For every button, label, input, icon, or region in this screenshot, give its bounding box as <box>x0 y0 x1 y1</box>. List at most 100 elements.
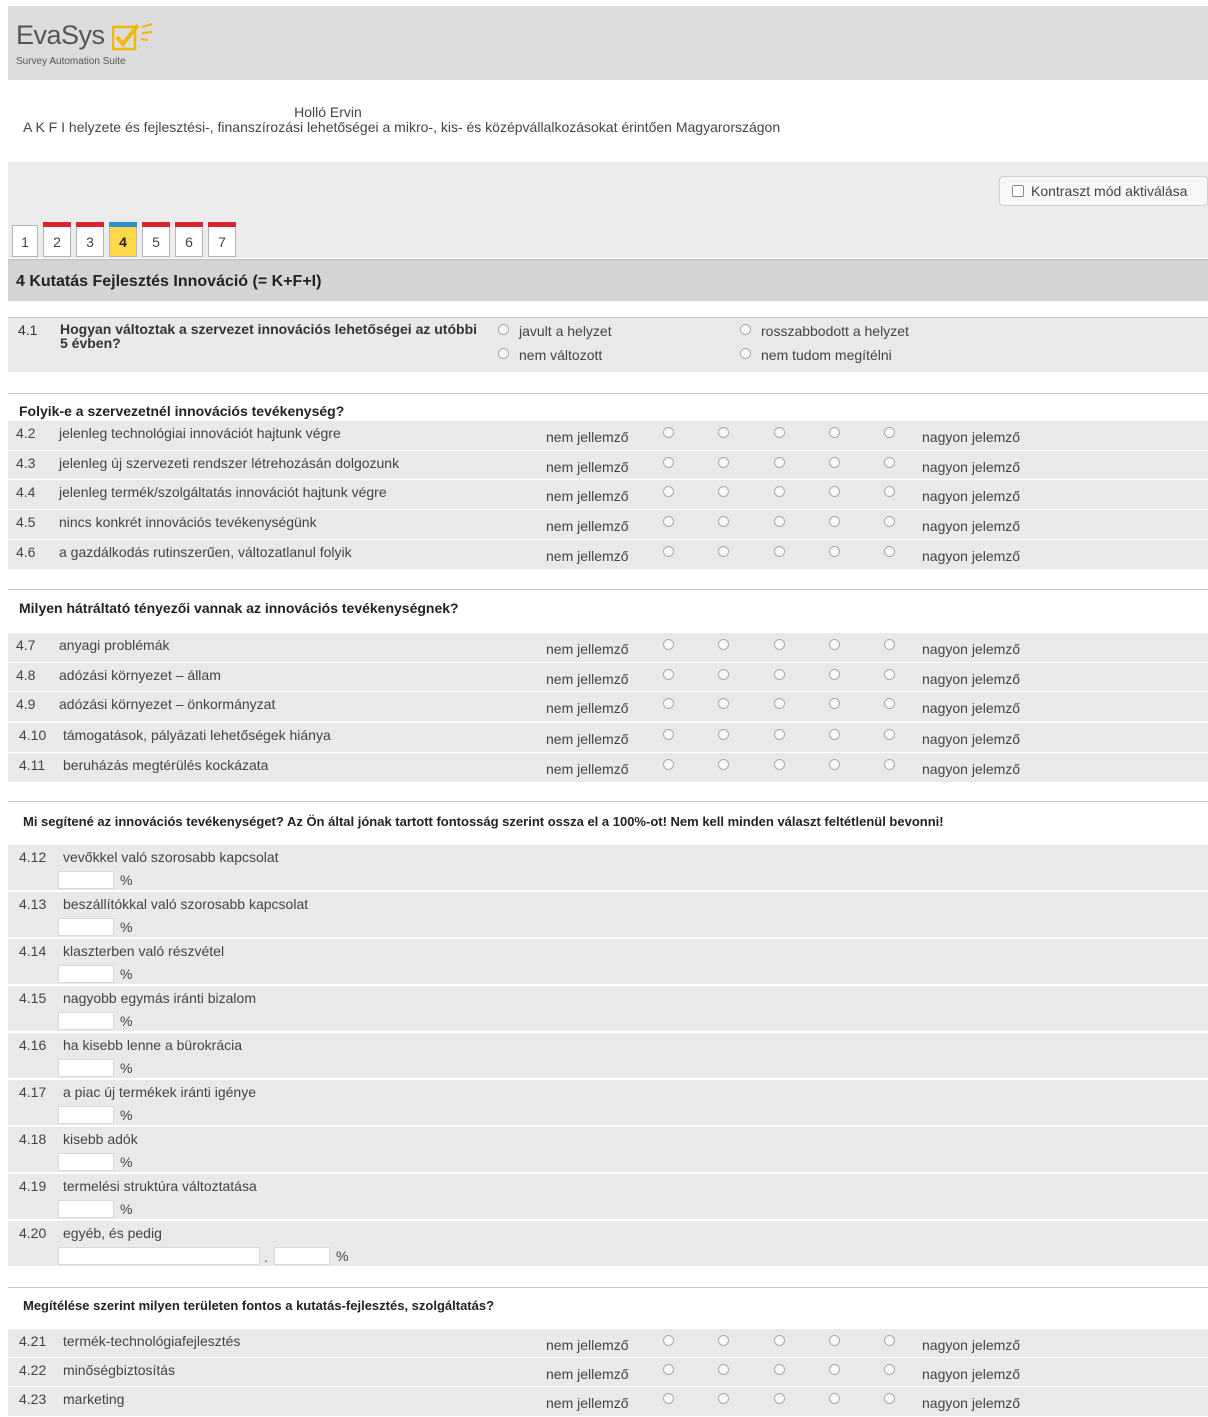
option-nem-tudom[interactable]: nem tudom megítélni <box>740 347 892 363</box>
scale-radio[interactable] <box>884 1364 895 1375</box>
scale-radio[interactable] <box>663 729 674 740</box>
scale-radio[interactable] <box>663 698 674 709</box>
scale-radio[interactable] <box>663 1393 674 1404</box>
scale-radio[interactable] <box>884 427 895 438</box>
scale-radio[interactable] <box>774 427 785 438</box>
tab-page-2[interactable]: 2 <box>43 222 71 257</box>
scale-radio[interactable] <box>774 457 785 468</box>
scale-radio[interactable] <box>718 1335 729 1346</box>
scale-radio[interactable] <box>718 427 729 438</box>
scale-radio[interactable] <box>718 1364 729 1375</box>
scale-radio[interactable] <box>663 486 674 497</box>
scale-radio[interactable] <box>774 516 785 527</box>
scale-radio[interactable] <box>663 546 674 557</box>
scale-radio[interactable] <box>829 698 840 709</box>
scale-radio[interactable] <box>884 516 895 527</box>
percent-row: 4.13 beszállítókkal való szorosabb kapcso… <box>8 891 1208 937</box>
radio-button[interactable] <box>740 323 751 335</box>
checkbox-icon[interactable] <box>1012 185 1024 197</box>
scale-radio[interactable] <box>663 669 674 680</box>
scale-radio[interactable] <box>829 546 840 557</box>
tab-page-7[interactable]: 7 <box>208 222 236 257</box>
scale-radio[interactable] <box>829 1393 840 1404</box>
scale-radio[interactable] <box>663 427 674 438</box>
tab-page-1[interactable]: 1 <box>12 225 38 257</box>
scale-radio[interactable] <box>829 759 840 770</box>
scale-radio[interactable] <box>884 729 895 740</box>
option-nem-valtozott[interactable]: nem változott <box>498 347 602 363</box>
scale-high-label: nagyon jelemző <box>922 429 1021 445</box>
scale-radio[interactable] <box>718 516 729 527</box>
scale-radio[interactable] <box>718 759 729 770</box>
scale-radio[interactable] <box>884 1335 895 1346</box>
tab-page-4[interactable]: 4 <box>109 222 137 257</box>
scale-radio[interactable] <box>884 639 895 650</box>
scale-radio[interactable] <box>774 669 785 680</box>
percent-input[interactable] <box>58 1200 114 1218</box>
scale-radio[interactable] <box>718 669 729 680</box>
percent-input[interactable] <box>58 1059 114 1077</box>
scale-radio[interactable] <box>663 1335 674 1346</box>
scale-radio[interactable] <box>884 1393 895 1404</box>
scale-radio[interactable] <box>663 1364 674 1375</box>
scale-radio[interactable] <box>663 457 674 468</box>
scale-radio[interactable] <box>829 669 840 680</box>
scale-radio[interactable] <box>774 698 785 709</box>
other-text-input[interactable] <box>58 1247 260 1265</box>
scale-radio[interactable] <box>718 546 729 557</box>
percent-input[interactable] <box>58 918 114 936</box>
option-rosszabbodott[interactable]: rosszabbodott a helyzet <box>740 323 909 339</box>
percent-input[interactable] <box>58 965 114 983</box>
scale-radio[interactable] <box>884 759 895 770</box>
scale-radio[interactable] <box>884 457 895 468</box>
scale-radio[interactable] <box>718 639 729 650</box>
scale-radio[interactable] <box>718 457 729 468</box>
scale-radio[interactable] <box>884 698 895 709</box>
percent-input[interactable] <box>58 871 114 889</box>
contrast-mode-label: Kontraszt mód aktiválása <box>1031 183 1188 199</box>
scale-radio[interactable] <box>884 546 895 557</box>
scale-radio[interactable] <box>774 546 785 557</box>
scale-radio[interactable] <box>718 1393 729 1404</box>
scale-radio[interactable] <box>829 1364 840 1375</box>
scale-radio[interactable] <box>774 759 785 770</box>
percent-input[interactable] <box>274 1247 330 1265</box>
scale-radio[interactable] <box>829 516 840 527</box>
scale-radio[interactable] <box>774 1335 785 1346</box>
scale-low-label: nem jellemző <box>546 488 629 504</box>
percent-input[interactable] <box>58 1153 114 1171</box>
scale-radio[interactable] <box>774 1364 785 1375</box>
scale-radio[interactable] <box>774 1393 785 1404</box>
scale-radio[interactable] <box>718 729 729 740</box>
scale-radio[interactable] <box>718 698 729 709</box>
scale-radio[interactable] <box>774 486 785 497</box>
scale-radio[interactable] <box>663 759 674 770</box>
scale-radio[interactable] <box>663 516 674 527</box>
scale-radio[interactable] <box>829 427 840 438</box>
item-number: 4.18 <box>19 1131 47 1147</box>
scale-radio[interactable] <box>829 1335 840 1346</box>
table-row: 4.3 jelenleg új szervezeti rendszer létre… <box>8 450 1208 480</box>
percent-input[interactable] <box>58 1106 114 1124</box>
scale-radio[interactable] <box>884 669 895 680</box>
item-number: 4.8 <box>16 667 36 683</box>
scale-radio[interactable] <box>829 729 840 740</box>
radio-button[interactable] <box>498 347 509 359</box>
scale-radio[interactable] <box>663 639 674 650</box>
percent-input[interactable] <box>58 1012 114 1030</box>
contrast-mode-toggle[interactable]: Kontraszt mód aktiválása <box>999 176 1208 206</box>
tab-page-3[interactable]: 3 <box>76 222 104 257</box>
tab-page-6[interactable]: 6 <box>175 222 203 257</box>
radio-button[interactable] <box>498 323 509 335</box>
scale-radio[interactable] <box>774 639 785 650</box>
item-number: 4.3 <box>16 455 36 471</box>
scale-radio[interactable] <box>718 486 729 497</box>
radio-button[interactable] <box>740 347 751 359</box>
tab-page-5[interactable]: 5 <box>142 222 170 257</box>
scale-radio[interactable] <box>829 457 840 468</box>
scale-radio[interactable] <box>829 486 840 497</box>
scale-radio[interactable] <box>884 486 895 497</box>
scale-radio[interactable] <box>774 729 785 740</box>
scale-radio[interactable] <box>829 639 840 650</box>
option-javult[interactable]: javult a helyzet <box>498 323 612 339</box>
